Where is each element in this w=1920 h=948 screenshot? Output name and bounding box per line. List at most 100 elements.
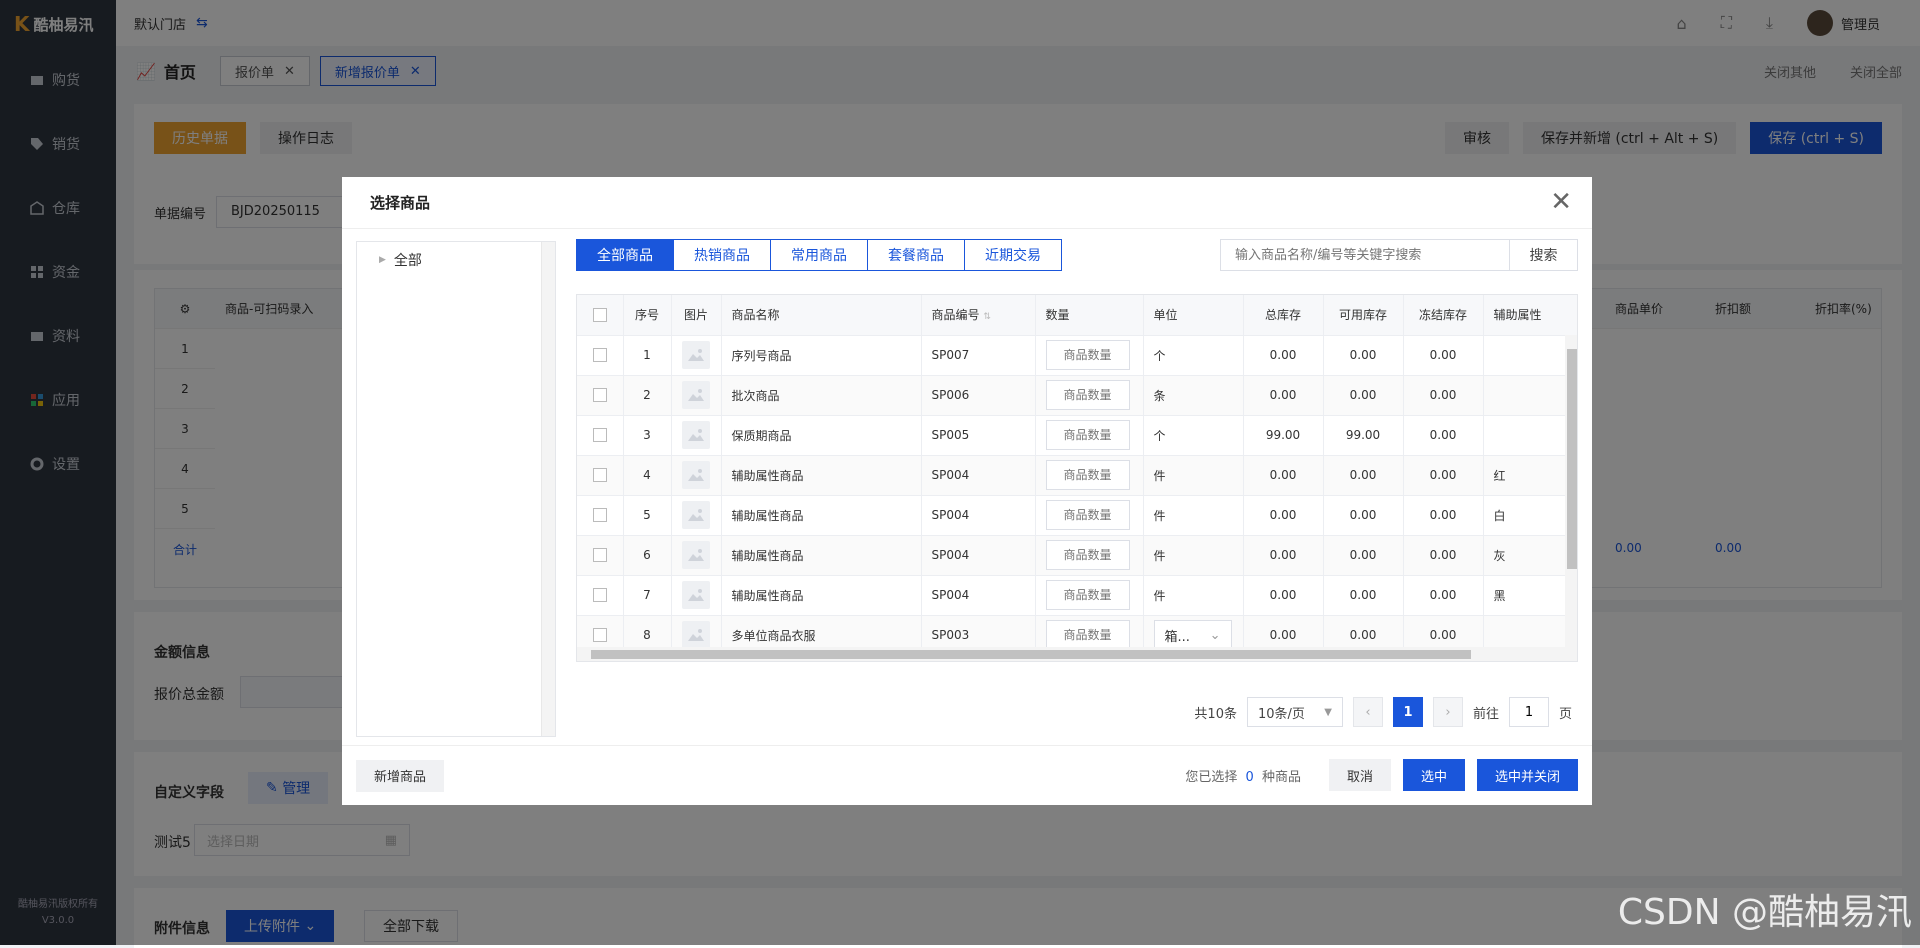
image-placeholder-icon [682, 381, 710, 409]
row-checkbox[interactable] [577, 455, 624, 496]
qty-input[interactable] [1045, 340, 1130, 370]
select-close-button[interactable]: 选中并关闭 [1476, 759, 1578, 791]
available-stock: 0.00 [1323, 455, 1404, 496]
total-stock: 0.00 [1243, 575, 1324, 616]
row-checkbox[interactable] [577, 575, 624, 616]
image-placeholder-icon [682, 341, 710, 369]
row-checkbox[interactable] [577, 375, 624, 416]
total-stock: 0.00 [1243, 375, 1324, 416]
page-size-value: 10条/页 [1257, 706, 1305, 722]
row-no: 6 [623, 535, 672, 576]
table-row[interactable]: 1序列号商品SP007个0.000.000.00 [577, 335, 1577, 376]
page-suffix: 页 [1558, 706, 1572, 722]
unit-cell: 件 [1143, 455, 1244, 496]
search-button[interactable]: 搜索 [1510, 239, 1578, 271]
row-checkbox[interactable] [577, 335, 624, 376]
unit-cell: 个 [1143, 415, 1244, 456]
unit-cell: 个 [1143, 335, 1244, 376]
chevron-down-icon: ⌄ [1209, 627, 1221, 643]
next-page-button[interactable]: › [1432, 697, 1463, 727]
tab-common-products[interactable]: 常用商品 [771, 239, 868, 271]
tab-recent-trades[interactable]: 近期交易 [965, 239, 1062, 271]
available-stock: 0.00 [1323, 375, 1404, 416]
qty-input[interactable] [1045, 540, 1130, 570]
qty-cell [1035, 495, 1144, 536]
product-code: SP004 [921, 535, 1036, 576]
qty-input[interactable] [1045, 500, 1130, 530]
row-checkbox[interactable] [577, 535, 624, 576]
tree-item-all[interactable]: ▶ 全部 [357, 242, 555, 270]
selected-summary: 您已选择 0 种商品 [1185, 766, 1301, 785]
row-checkbox[interactable] [577, 495, 624, 536]
prev-page-button[interactable]: ‹ [1352, 697, 1383, 727]
page-size-select[interactable]: 10条/页 ▼ [1246, 697, 1343, 727]
col-code[interactable]: 商品编号 ⇅ [921, 295, 1036, 336]
product-name: 辅助属性商品 [721, 455, 922, 496]
select-button[interactable]: 选中 [1402, 759, 1465, 791]
caret-down-icon: ▼ [1324, 706, 1332, 718]
unit-cell: 件 [1143, 575, 1244, 616]
pagination: 共10条 10条/页 ▼ ‹ 1 › 前往 页 [1194, 697, 1572, 727]
available-stock: 99.00 [1323, 415, 1404, 456]
frozen-stock: 0.00 [1403, 375, 1484, 416]
aux-attr [1483, 335, 1577, 376]
search-input[interactable] [1220, 239, 1510, 271]
table-row[interactable]: 6辅助属性商品SP004件0.000.000.00灰 [577, 535, 1577, 576]
tab-hot-products[interactable]: 热销商品 [674, 239, 771, 271]
product-code: SP004 [921, 495, 1036, 536]
qty-input[interactable] [1045, 380, 1130, 410]
total-stock: 0.00 [1243, 335, 1324, 376]
frozen-stock: 0.00 [1403, 455, 1484, 496]
table-row[interactable]: 2批次商品SP006条0.000.000.00 [577, 375, 1577, 416]
product-name: 辅助属性商品 [721, 495, 922, 536]
selected-count: 0 [1245, 769, 1254, 785]
table-vscrollbar[interactable] [1565, 335, 1577, 647]
total-stock: 0.00 [1243, 535, 1324, 576]
available-stock: 0.00 [1323, 335, 1404, 376]
image-placeholder-icon [682, 501, 710, 529]
sort-icon[interactable]: ⇅ [983, 312, 991, 322]
qty-input[interactable] [1045, 580, 1130, 610]
image-placeholder-icon [682, 461, 710, 489]
new-product-button[interactable]: 新增商品 [356, 759, 445, 792]
product-name: 辅助属性商品 [721, 575, 922, 616]
col-frozen-stock: 冻结库存 [1403, 295, 1484, 336]
close-icon[interactable]: ✕ [1550, 189, 1572, 215]
caret-right-icon[interactable]: ▶ [379, 255, 386, 265]
row-checkbox[interactable] [577, 415, 624, 456]
product-table: 序号 图片 商品名称 商品编号 ⇅ 数量 单位 总库存 可用库存 冻结库存 辅助… [576, 294, 1578, 662]
aux-attr: 红 [1483, 455, 1577, 496]
unit-cell: 条 [1143, 375, 1244, 416]
qty-cell [1035, 535, 1144, 576]
category-tree: ▶ 全部 [356, 241, 556, 737]
tab-all-products[interactable]: 全部商品 [576, 239, 674, 271]
image-placeholder-icon [682, 621, 710, 649]
cancel-button[interactable]: 取消 [1328, 759, 1391, 791]
aux-attr: 白 [1483, 495, 1577, 536]
table-row[interactable]: 3保质期商品SP005个99.0099.000.00 [577, 415, 1577, 456]
product-image [671, 575, 722, 616]
table-hscrollbar[interactable] [577, 647, 1577, 661]
col-no: 序号 [623, 295, 672, 336]
select-all-checkbox[interactable] [577, 295, 624, 336]
frozen-stock: 0.00 [1403, 335, 1484, 376]
aux-attr [1483, 375, 1577, 416]
qty-input[interactable] [1045, 460, 1130, 490]
tab-bundle-products[interactable]: 套餐商品 [868, 239, 965, 271]
table-row[interactable]: 7辅助属性商品SP004件0.000.000.00黑 [577, 575, 1577, 616]
image-placeholder-icon [682, 581, 710, 609]
product-image [671, 455, 722, 496]
unit-select[interactable]: 箱... ⌄ [1153, 620, 1232, 650]
table-row[interactable]: 4辅助属性商品SP004件0.000.000.00红 [577, 455, 1577, 496]
table-row[interactable]: 5辅助属性商品SP004件0.000.000.00白 [577, 495, 1577, 536]
qty-input[interactable] [1045, 420, 1130, 450]
qty-input[interactable] [1045, 620, 1130, 650]
table-header: 序号 图片 商品名称 商品编号 ⇅ 数量 单位 总库存 可用库存 冻结库存 辅助… [577, 295, 1577, 336]
frozen-stock: 0.00 [1403, 575, 1484, 616]
product-name: 批次商品 [721, 375, 922, 416]
row-no: 4 [623, 455, 672, 496]
available-stock: 0.00 [1323, 575, 1404, 616]
tree-scrollbar[interactable] [541, 242, 555, 736]
goto-input[interactable] [1508, 697, 1549, 727]
page-1[interactable]: 1 [1392, 697, 1423, 727]
